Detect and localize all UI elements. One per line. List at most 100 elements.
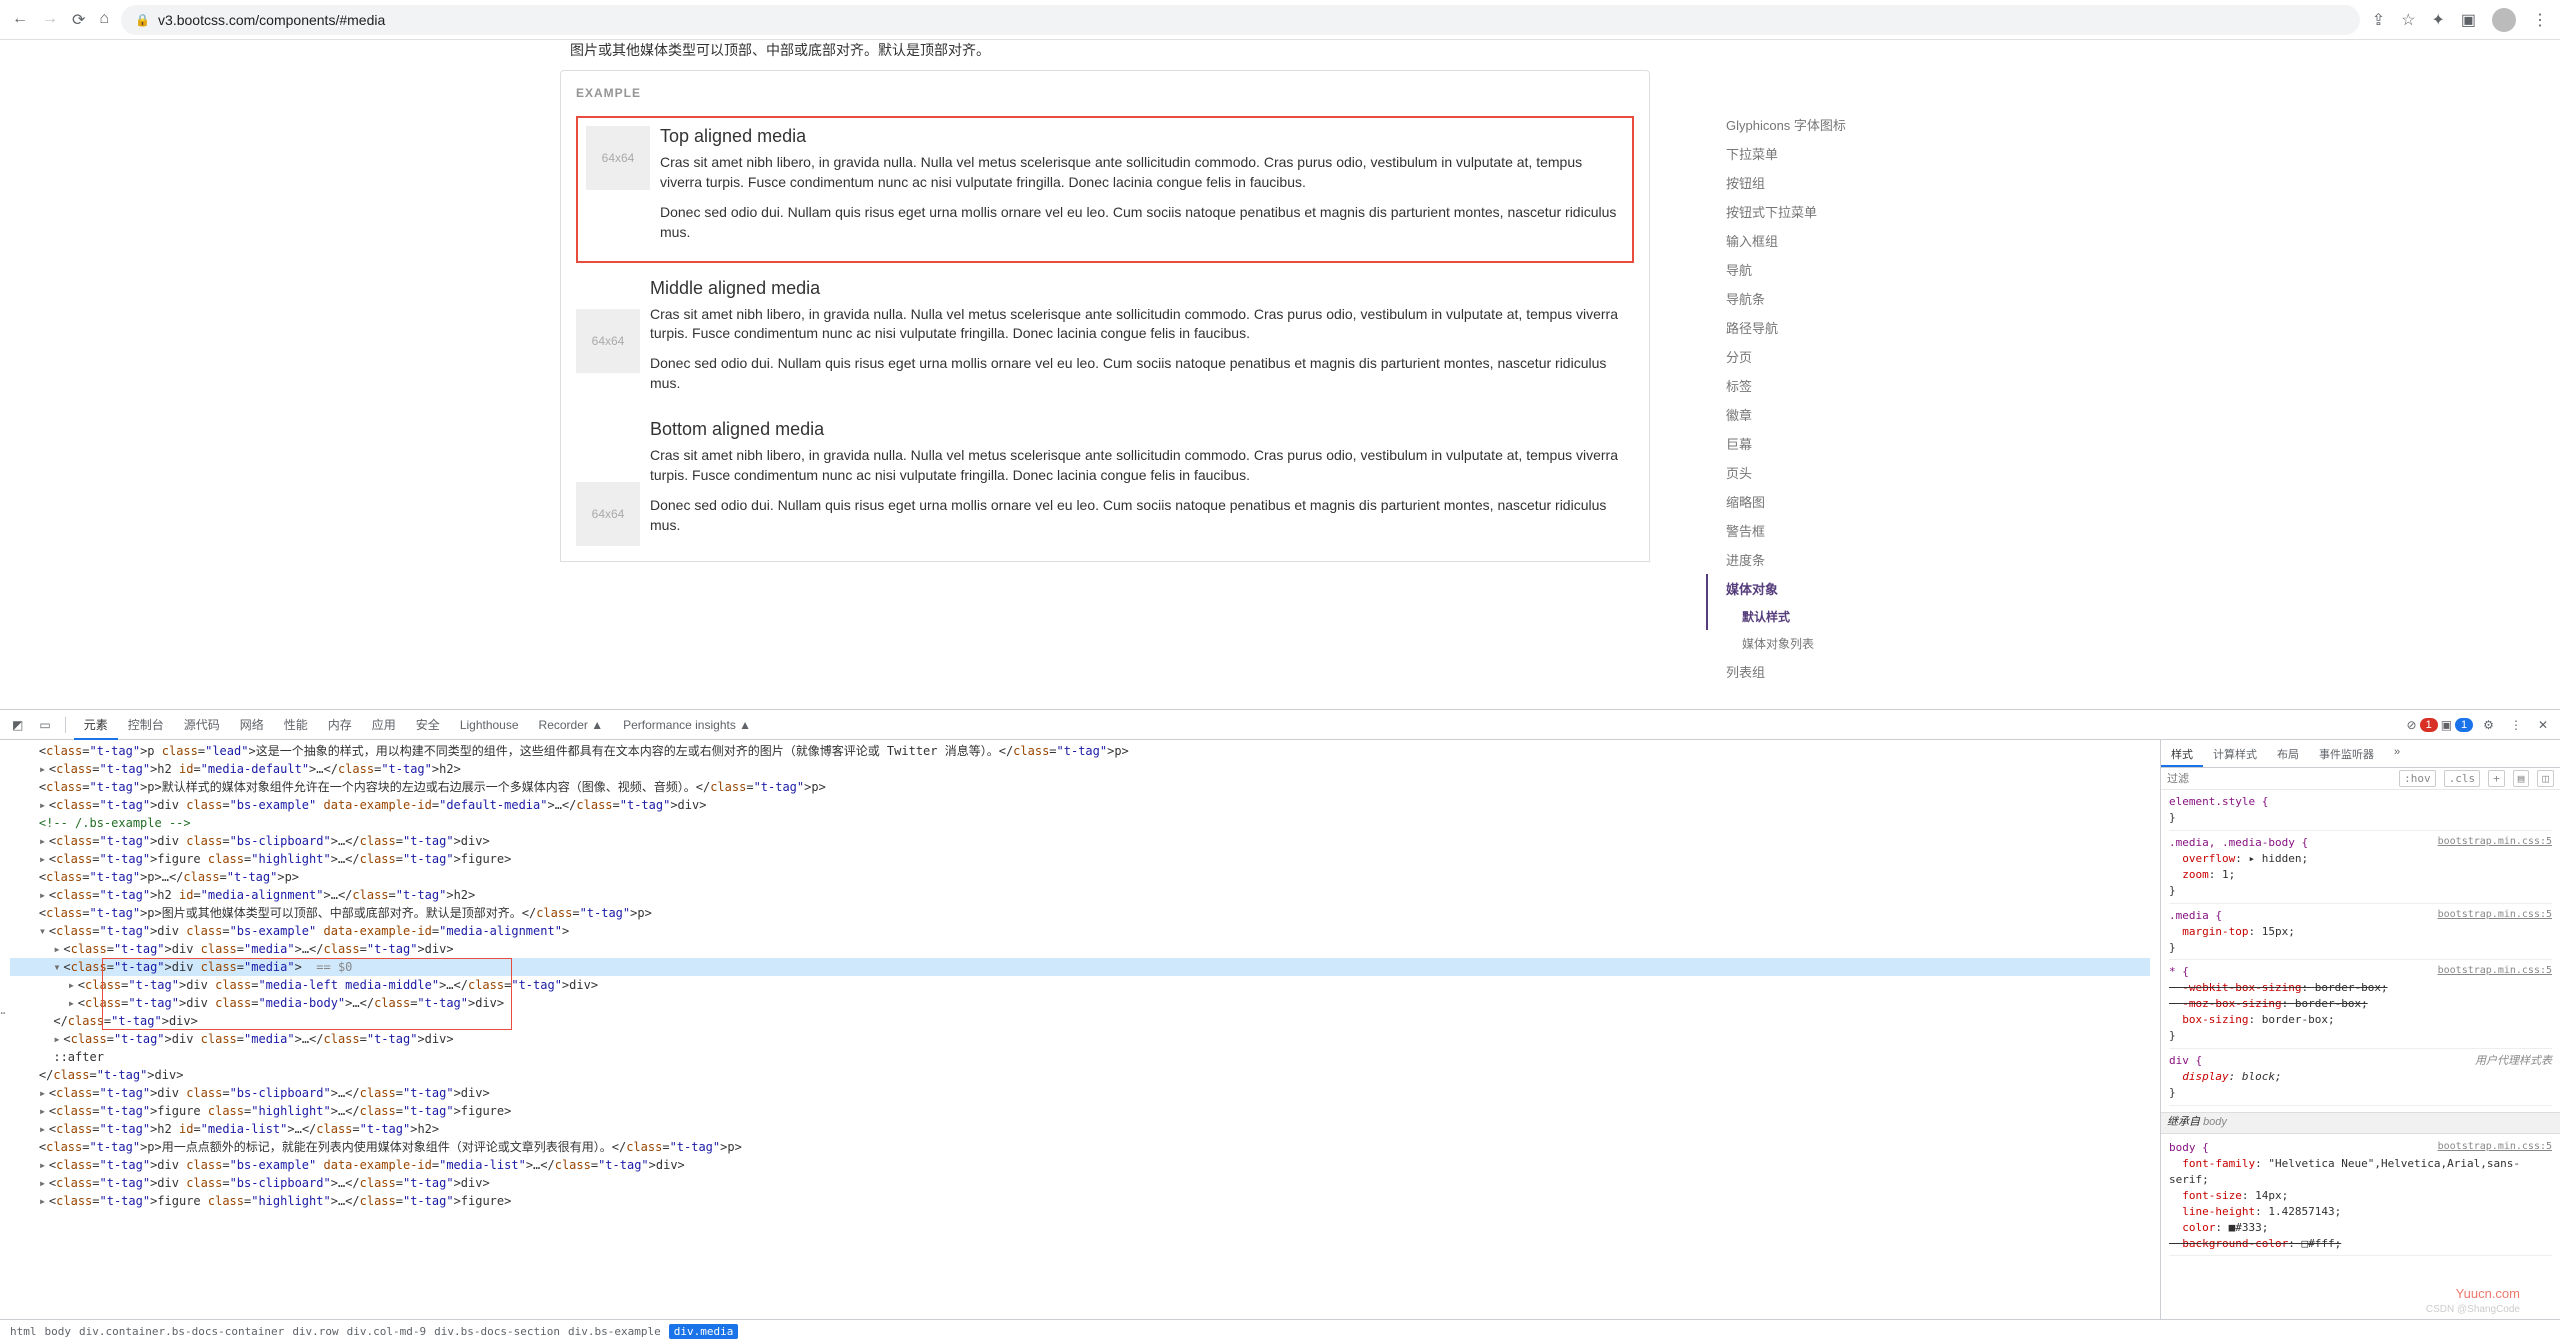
devtools-tab[interactable]: Recorder ▲ bbox=[529, 712, 614, 738]
sidebar-item[interactable]: 导航 bbox=[1706, 255, 1946, 284]
crumb[interactable]: div.row bbox=[292, 1325, 338, 1338]
reload-icon[interactable]: ⟳ bbox=[72, 10, 85, 30]
crumb[interactable]: div.bs-example bbox=[568, 1325, 661, 1338]
dom-node[interactable]: ▸<class="t-tag">div class="media">…</cla… bbox=[10, 940, 2150, 958]
extensions-icon[interactable]: ✦ bbox=[2431, 10, 2444, 30]
dom-node[interactable]: ▸<class="t-tag">div class="media-left me… bbox=[10, 976, 2150, 994]
sidebar-item[interactable]: 徽章 bbox=[1706, 400, 1946, 429]
devtools-tab[interactable]: 安全 bbox=[406, 712, 450, 738]
devtools-tab[interactable]: 应用 bbox=[362, 712, 406, 738]
elements-tree[interactable]: ⋯ <class="t-tag">p class="lead">这是一个抽象的样… bbox=[0, 740, 2160, 1319]
dom-node[interactable]: <class="t-tag">p>图片或其他媒体类型可以顶部、中部或底部对齐。默… bbox=[10, 904, 2150, 922]
sidebar-item[interactable]: 分页 bbox=[1706, 342, 1946, 371]
dom-node[interactable]: ▸<class="t-tag">figure class="highlight"… bbox=[10, 1102, 2150, 1120]
devtools-tab[interactable]: 内存 bbox=[318, 712, 362, 738]
share-icon[interactable]: ⇪ bbox=[2372, 10, 2385, 30]
dom-node[interactable]: ▸<class="t-tag">div class="bs-clipboard"… bbox=[10, 1084, 2150, 1102]
sidebar-item[interactable]: 下拉菜单 bbox=[1706, 139, 1946, 168]
avatar[interactable] bbox=[2492, 8, 2516, 32]
devtools-tab[interactable]: 网络 bbox=[230, 712, 274, 738]
sidebar-sub-item[interactable]: 媒体对象列表 bbox=[1706, 630, 1946, 657]
hov-toggle[interactable]: :hov bbox=[2399, 770, 2436, 787]
back-icon[interactable]: ← bbox=[12, 10, 28, 30]
dom-node[interactable]: ▸<class="t-tag">h2 id="media-alignment">… bbox=[10, 886, 2150, 904]
bookmark-icon[interactable]: ☆ bbox=[2401, 10, 2415, 30]
sidebar-item[interactable]: 列表组 bbox=[1706, 657, 1946, 686]
dom-node[interactable]: <class="t-tag">p class="lead">这是一个抽象的样式，… bbox=[10, 742, 2150, 760]
sidebar-item[interactable]: 导航条 bbox=[1706, 284, 1946, 313]
styles-tab[interactable]: » bbox=[2384, 740, 2410, 767]
sidebar-item[interactable]: 警告框 bbox=[1706, 516, 1946, 545]
breadcrumb[interactable]: html body div.container.bs-docs-containe… bbox=[0, 1319, 2560, 1343]
devtools-tab[interactable]: Lighthouse bbox=[450, 712, 529, 738]
sidebar-item[interactable]: 按钮组 bbox=[1706, 168, 1946, 197]
sidebar-item[interactable]: 标签 bbox=[1706, 371, 1946, 400]
dom-node[interactable]: ▸<class="t-tag">div class="media-body">…… bbox=[10, 994, 2150, 1012]
dom-node[interactable]: </class="t-tag">div> bbox=[10, 1012, 2150, 1030]
sidebar-item[interactable]: 巨幕 bbox=[1706, 429, 1946, 458]
sidebar-item[interactable]: 页头 bbox=[1706, 458, 1946, 487]
sidebar-item[interactable]: 进度条 bbox=[1706, 545, 1946, 574]
settings-icon[interactable]: ⚙ bbox=[2477, 714, 2500, 736]
dom-node[interactable]: <!-- /.bs-example --> bbox=[10, 814, 2150, 832]
dom-node[interactable]: </class="t-tag">div> bbox=[10, 1066, 2150, 1084]
dom-node[interactable]: ▸<class="t-tag">div class="bs-example" d… bbox=[10, 1156, 2150, 1174]
styles-filter[interactable] bbox=[2167, 773, 2391, 785]
styles-tab[interactable]: 事件监听器 bbox=[2309, 740, 2384, 767]
devtools-tab[interactable]: 性能 bbox=[274, 712, 318, 738]
home-icon[interactable]: ⌂ bbox=[99, 10, 109, 30]
error-count[interactable]: 1 bbox=[2420, 718, 2438, 732]
sidebar-sub-item[interactable]: 默认样式 bbox=[1706, 603, 1946, 630]
info-count[interactable]: 1 bbox=[2455, 718, 2473, 732]
dom-node[interactable]: ▸<class="t-tag">div class="bs-clipboard"… bbox=[10, 832, 2150, 850]
dom-node[interactable]: ::after bbox=[10, 1048, 2150, 1066]
dom-node[interactable]: ▾<class="t-tag">div class="media"> == $0 bbox=[10, 958, 2150, 976]
crumb[interactable]: div.bs-docs-section bbox=[434, 1325, 560, 1338]
sidebar-item[interactable]: 路径导航 bbox=[1706, 313, 1946, 342]
styles-rules[interactable]: element.style {}bootstrap.min.css:5.medi… bbox=[2161, 790, 2560, 1319]
dom-node[interactable]: <class="t-tag">p>默认样式的媒体对象组件允许在一个内容块的左边或… bbox=[10, 778, 2150, 796]
forward-icon[interactable]: → bbox=[42, 10, 58, 30]
style-tool-icon[interactable]: ◫ bbox=[2537, 770, 2554, 787]
devtools-tab[interactable]: 控制台 bbox=[118, 712, 174, 738]
sidebar-item[interactable]: 媒体对象 bbox=[1706, 574, 1946, 603]
dom-node[interactable]: <class="t-tag">p>用一点点额外的标记，就能在列表内使用媒体对象组… bbox=[10, 1138, 2150, 1156]
dom-node[interactable]: ▸<class="t-tag">figure class="highlight"… bbox=[10, 1192, 2150, 1210]
menu-icon[interactable]: ⋮ bbox=[2532, 10, 2548, 30]
dom-node[interactable]: ▸<class="t-tag">figure class="highlight"… bbox=[10, 850, 2150, 868]
more-icon[interactable]: ⋮ bbox=[2504, 714, 2528, 736]
crumb[interactable]: html bbox=[10, 1325, 37, 1338]
device-icon[interactable]: ▭ bbox=[33, 714, 56, 736]
styles-tab[interactable]: 计算样式 bbox=[2203, 740, 2267, 767]
dom-node[interactable]: ▸<class="t-tag">h2 id="media-list">…</cl… bbox=[10, 1120, 2150, 1138]
dom-node[interactable]: ▸<class="t-tag">h2 id="media-default">…<… bbox=[10, 760, 2150, 778]
url-bar[interactable]: 🔒 v3.bootcss.com/components/#media bbox=[121, 5, 2360, 35]
media-heading-top: Top aligned media bbox=[660, 126, 1624, 147]
new-style-button[interactable]: + bbox=[2488, 770, 2505, 787]
inspect-icon[interactable]: ◩ bbox=[6, 714, 29, 736]
sidebar-item[interactable]: 按钮式下拉菜单 bbox=[1706, 197, 1946, 226]
panel-icon[interactable]: ▣ bbox=[2461, 10, 2476, 30]
style-tool-icon[interactable]: ▤ bbox=[2513, 770, 2530, 787]
dom-node[interactable]: ▾<class="t-tag">div class="bs-example" d… bbox=[10, 922, 2150, 940]
crumb[interactable]: div.media bbox=[669, 1324, 739, 1339]
error-badge-icon[interactable]: ⊘ bbox=[2407, 718, 2417, 732]
devtools-tab[interactable]: 源代码 bbox=[174, 712, 230, 738]
dom-node[interactable]: ▸<class="t-tag">div class="bs-clipboard"… bbox=[10, 1174, 2150, 1192]
close-icon[interactable]: ✕ bbox=[2532, 714, 2554, 736]
crumb[interactable]: div.container.bs-docs-container bbox=[79, 1325, 284, 1338]
cls-toggle[interactable]: .cls bbox=[2444, 770, 2481, 787]
sidebar-item[interactable]: 输入框组 bbox=[1706, 226, 1946, 255]
dom-node[interactable]: ▸<class="t-tag">div class="media">…</cla… bbox=[10, 1030, 2150, 1048]
info-badge-icon[interactable]: ▣ bbox=[2441, 718, 2452, 732]
crumb[interactable]: body bbox=[45, 1325, 72, 1338]
sidebar-item[interactable]: Glyphicons 字体图标 bbox=[1706, 110, 1946, 139]
sidebar-item[interactable]: 缩略图 bbox=[1706, 487, 1946, 516]
dom-node[interactable]: <class="t-tag">p>…</class="t-tag">p> bbox=[10, 868, 2150, 886]
styles-tab[interactable]: 样式 bbox=[2161, 740, 2203, 767]
devtools-tab[interactable]: Performance insights ▲ bbox=[613, 712, 761, 738]
devtools-tab[interactable]: 元素 bbox=[74, 712, 118, 740]
styles-tab[interactable]: 布局 bbox=[2267, 740, 2309, 767]
dom-node[interactable]: ▸<class="t-tag">div class="bs-example" d… bbox=[10, 796, 2150, 814]
crumb[interactable]: div.col-md-9 bbox=[347, 1325, 426, 1338]
